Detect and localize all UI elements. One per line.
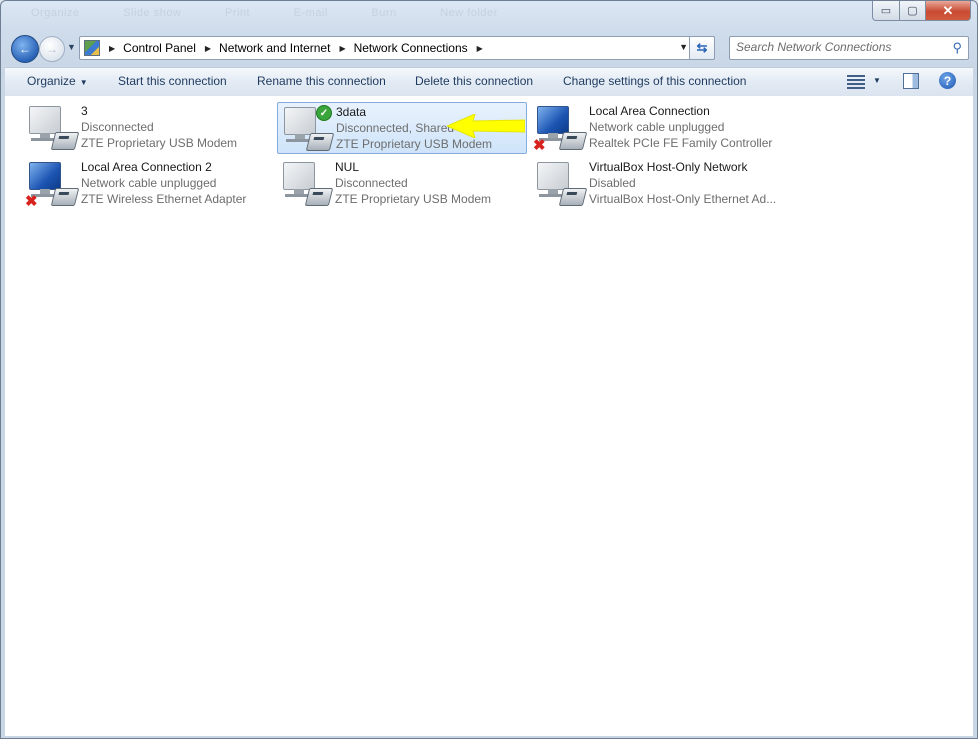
connection-item-virtualbox[interactable]: VirtualBox Host-Only Network Disabled Vi… bbox=[531, 158, 781, 210]
change-view-icon[interactable] bbox=[847, 73, 865, 89]
connection-name: 3 bbox=[81, 104, 88, 118]
explorer-window: Organize Slide show Print E-mail Burn Ne… bbox=[0, 0, 978, 739]
lan-connection-icon bbox=[535, 162, 588, 208]
back-button[interactable]: ← bbox=[11, 35, 39, 63]
monitor-icon bbox=[284, 107, 316, 140]
connection-device: ZTE Proprietary USB Modem bbox=[81, 136, 238, 150]
lan-connection-icon: ✖ bbox=[25, 162, 80, 210]
connection-status: Disconnected bbox=[335, 176, 408, 190]
connection-name: NUL bbox=[335, 160, 360, 174]
help-icon: ? bbox=[943, 73, 952, 88]
close-button[interactable]: ✕ bbox=[926, 1, 971, 21]
connection-device: Realtek PCIe FE Family Controller bbox=[589, 136, 773, 150]
red-x-icon: ✖ bbox=[25, 193, 38, 210]
connection-device: ZTE Proprietary USB Modem bbox=[335, 192, 492, 206]
red-x-icon: ✖ bbox=[533, 137, 546, 154]
chevron-right-icon[interactable]: ▶ bbox=[205, 44, 211, 53]
connection-name: 3data bbox=[336, 105, 367, 119]
change-settings-button[interactable]: Change settings of this connection bbox=[563, 74, 746, 88]
search-icon[interactable]: ⚲ bbox=[952, 40, 962, 56]
monitor-icon bbox=[29, 162, 61, 195]
monitor-icon bbox=[537, 106, 569, 139]
modem-icon bbox=[304, 188, 334, 206]
address-bar[interactable]: ▶ Control Panel ▶ Network and Internet ▶… bbox=[79, 36, 715, 60]
monitor-icon bbox=[283, 162, 315, 195]
help-button[interactable]: ? bbox=[939, 72, 956, 89]
network-adapter-icon bbox=[558, 188, 588, 206]
connection-name: Local Area Connection 2 bbox=[81, 160, 212, 174]
chevron-right-icon[interactable]: ▶ bbox=[339, 44, 345, 53]
refresh-icon: ⇆ bbox=[696, 40, 708, 55]
connection-name: Local Area Connection bbox=[589, 104, 710, 118]
breadcrumb-network-connections[interactable]: Network Connections bbox=[354, 41, 468, 55]
ghost-label: E-mail bbox=[293, 7, 328, 19]
forward-button[interactable]: → bbox=[39, 36, 65, 62]
ghost-label: New folder bbox=[440, 7, 498, 19]
address-history-dropdown[interactable]: ▼ bbox=[679, 42, 688, 52]
ghost-title-text: Organize Slide show Print E-mail Burn Ne… bbox=[31, 7, 538, 19]
ghost-label: Slide show bbox=[123, 7, 182, 19]
dialup-connection-icon: ✓ bbox=[282, 105, 335, 153]
caption-buttons: ▭ ▢ ✕ bbox=[872, 1, 971, 21]
ghost-label: Burn bbox=[371, 7, 397, 19]
connection-item-nul[interactable]: NUL Disconnected ZTE Proprietary USB Mod… bbox=[277, 158, 527, 210]
connection-status: Disconnected bbox=[81, 120, 154, 134]
search-box: ⚲ bbox=[729, 36, 969, 60]
connections-list: 3 Disconnected ZTE Proprietary USB Modem… bbox=[5, 96, 973, 736]
recent-pages-dropdown[interactable]: ▼ bbox=[67, 42, 76, 52]
connection-status: Network cable unplugged bbox=[81, 176, 217, 190]
search-input[interactable] bbox=[730, 37, 946, 57]
chevron-right-icon[interactable]: ▶ bbox=[109, 44, 115, 53]
shared-check-icon: ✓ bbox=[316, 105, 332, 121]
dialup-connection-icon bbox=[281, 162, 334, 208]
delete-connection-button[interactable]: Delete this connection bbox=[415, 74, 533, 88]
connection-status: Disconnected, Shared bbox=[336, 121, 455, 135]
start-connection-button[interactable]: Start this connection bbox=[118, 74, 227, 88]
connection-status: Network cable unplugged bbox=[589, 120, 725, 134]
breadcrumb: ▶ Control Panel ▶ Network and Internet ▶… bbox=[100, 41, 491, 55]
minimize-button[interactable]: ▭ bbox=[872, 1, 900, 21]
connection-device: ZTE Wireless Ethernet Adapter bbox=[81, 192, 247, 206]
preview-pane-icon[interactable] bbox=[903, 73, 919, 89]
connection-device: VirtualBox Host-Only Ethernet Ad... bbox=[589, 192, 777, 206]
modem-icon bbox=[50, 132, 80, 150]
breadcrumb-control-panel[interactable]: Control Panel bbox=[123, 41, 196, 55]
dialup-connection-icon bbox=[27, 106, 80, 152]
command-bar: Organize ▼ Start this connection Rename t… bbox=[5, 67, 973, 97]
connection-name: VirtualBox Host-Only Network bbox=[589, 160, 748, 174]
lan-connection-icon: ✖ bbox=[533, 106, 588, 154]
chevron-down-icon: ▼ bbox=[79, 78, 88, 87]
connection-device: ZTE Proprietary USB Modem bbox=[336, 137, 493, 151]
connection-item-local-area-connection-2[interactable]: ✖ Local Area Connection 2 Network cable … bbox=[23, 158, 273, 210]
organize-menu[interactable]: Organize ▼ bbox=[27, 74, 88, 88]
breadcrumb-network-and-internet[interactable]: Network and Internet bbox=[219, 41, 330, 55]
modem-icon bbox=[305, 133, 335, 151]
monitor-icon bbox=[29, 106, 61, 139]
network-adapter-icon bbox=[558, 132, 588, 150]
control-panel-icon bbox=[84, 40, 100, 56]
monitor-icon bbox=[537, 162, 569, 195]
ghost-label: Print bbox=[224, 7, 251, 19]
ghost-label: Organize bbox=[31, 7, 80, 19]
chevron-right-icon[interactable]: ▶ bbox=[477, 44, 483, 53]
maximize-button[interactable]: ▢ bbox=[900, 1, 926, 21]
network-adapter-icon bbox=[50, 188, 80, 206]
back-arrow-icon: ← bbox=[19, 42, 31, 56]
navigation-bar: ← → ▼ ▶ Control Panel ▶ Network and Inte… bbox=[9, 34, 971, 63]
view-options-dropdown[interactable]: ▼ bbox=[873, 76, 881, 85]
connection-status: Disabled bbox=[589, 176, 636, 190]
forward-arrow-icon: → bbox=[46, 42, 58, 56]
yellow-arrow-annotation bbox=[447, 114, 525, 138]
connection-item-local-area-connection[interactable]: ✖ Local Area Connection Network cable un… bbox=[531, 102, 781, 154]
connection-item-3[interactable]: 3 Disconnected ZTE Proprietary USB Modem bbox=[23, 102, 273, 154]
organize-label: Organize bbox=[27, 74, 76, 88]
refresh-button[interactable]: ⇆ bbox=[689, 36, 715, 60]
rename-connection-button[interactable]: Rename this connection bbox=[257, 74, 386, 88]
